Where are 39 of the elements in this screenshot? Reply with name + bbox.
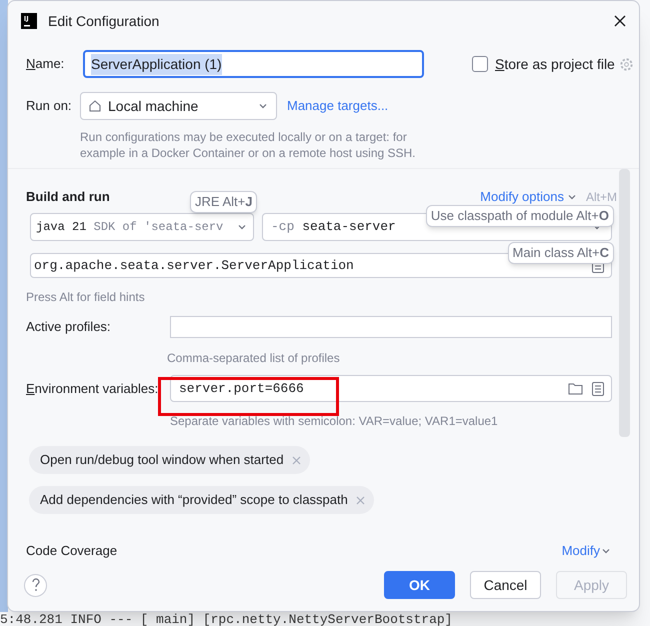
section-title: Build and run [26,188,110,206]
document-icon[interactable] [591,380,605,396]
gear-icon[interactable] [618,56,634,72]
run-on-dropdown[interactable]: Local machine [80,92,277,120]
environment-variables-hint: Separate variables with semicolon: VAR=value; VAR1=value1 [170,413,499,430]
option-chip[interactable]: Add dependencies with “provided” scope to classpath [29,486,374,514]
environment-variables-field[interactable]: server.port=6666 [170,375,612,402]
jre-dropdown[interactable]: java 21 SDK of 'seata-serv [30,213,254,241]
console-line: 5:48.281 INFO --- [ main] [rpc.netty.NettyServerBootstrap] [0,611,452,626]
environment-variables-label: Environment variables: [26,380,160,398]
active-profiles-field[interactable] [170,316,612,338]
help-button[interactable] [24,574,47,596]
scrollbar[interactable] [619,169,630,437]
store-as-project-checkbox[interactable] [472,56,488,72]
shortcut-hint-tooltip: Main class Alt+C [508,242,614,264]
folder-icon[interactable] [568,382,583,395]
cancel-button[interactable]: Cancel [470,571,541,599]
close-icon[interactable] [612,13,628,29]
run-on-label: Run on: [26,97,73,116]
home-icon [88,99,102,113]
modify-options-button[interactable]: Modify options [480,187,578,207]
shortcut-hint-tooltip: JRE Alt+J [190,191,258,212]
store-as-project-label: Store as project file [495,54,615,74]
ok-button[interactable]: OK [384,571,455,599]
active-profiles-hint: Comma-separated list of profiles [167,350,341,367]
window-title: Edit Configuration [48,12,160,31]
option-chip[interactable]: Open run/debug tool window when started [29,446,310,474]
name-label: Name: [26,55,66,74]
shortcut-hint: Alt+M [586,189,617,206]
modify-button[interactable]: Modify [562,544,612,558]
name-field[interactable]: ServerApplication (1) [83,50,424,78]
run-on-hint: Run configurations may be executed locally or on a target: for example in a Docker Container or on a remote host using SSH. [80,129,417,161]
active-profiles-label: Active profiles: [26,318,112,336]
manage-targets-link[interactable]: Manage targets... [287,96,388,116]
field-hints-text: Press Alt for field hints [26,289,146,306]
shortcut-hint-tooltip: Use classpath of module Alt+O [426,205,614,226]
help-icon [30,578,40,592]
section-title: Code Coverage [26,544,118,558]
app-logo-icon [21,13,37,29]
